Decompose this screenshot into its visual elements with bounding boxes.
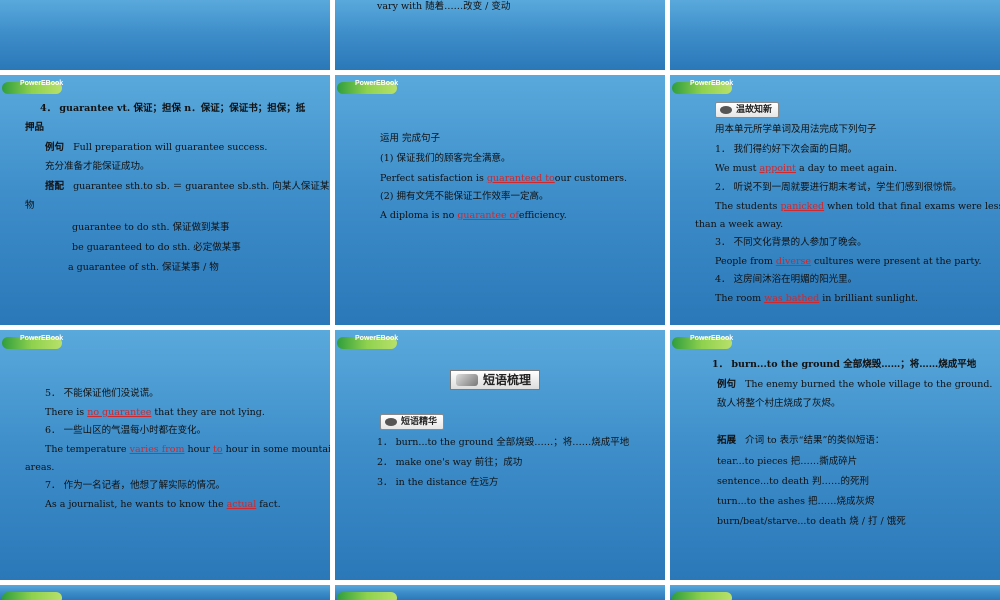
answer-blank: guarantee of <box>457 210 519 221</box>
review-q3-cn: 3． 不同文化背景的人参加了晚会。 <box>715 237 867 248</box>
slide-top-middle: vary with 随着……改变 / 变动 <box>335 0 665 70</box>
use-q2: A diploma is no guarantee ofefficiency. <box>380 210 567 221</box>
collocation-2: guarantee to do sth. 保证做到某事 <box>72 222 230 233</box>
burn-heading: 1． burn...to the ground 全部烧毁……；将……烧成平地 <box>712 359 977 370</box>
slide-top-right <box>670 0 1000 70</box>
answer-blank: guaranteed to <box>486 173 555 184</box>
review-q4-cn: 4． 这房间沐浴在明媚的阳光里。 <box>715 274 858 285</box>
logo-icon: PowerEBook <box>2 78 63 98</box>
collocation-row: 搭配 guarantee sth.to sb. ＝ guarantee sb.s… <box>45 181 330 192</box>
burn-example: 例句 The enemy burned the whole village to… <box>717 379 993 390</box>
use-q1: Perfect satisfaction is guaranteed toour… <box>380 173 628 184</box>
heading: 4． guarantee vt. 保证；担保 n．保证；保证书；担保；抵 <box>40 103 306 114</box>
badge-icon <box>720 106 732 114</box>
phrases-title-badge: 短语梳理 <box>450 370 541 390</box>
logo-icon: PowerEBook <box>337 78 398 98</box>
slide-bottom-middle <box>335 585 665 600</box>
vary-with-line: vary with 随着……改变 / 变动 <box>377 1 511 12</box>
logo-icon: PowerEBook <box>672 78 733 98</box>
more-q7: As a journalist, he wants to know the ac… <box>45 499 281 510</box>
answer-blank: varies from <box>129 444 185 455</box>
ext-item-4: burn/beat/starve...to death 烧 / 打 / 饿死 <box>717 516 906 527</box>
phrases-sub-badge: 短语精华 <box>380 414 445 430</box>
review-badge: 温故知新 <box>715 102 780 118</box>
answer-blank: no guarantee <box>87 407 152 418</box>
more-q7-cn: 7． 作为一名记者，他想了解实际的情况。 <box>45 480 226 491</box>
slide-more: PowerEBook 5． 不能保证他们没说谎。 There is no gua… <box>0 330 330 580</box>
more-q5: There is no guarantee that they are not … <box>45 407 265 418</box>
slide-bottom-right <box>670 585 1000 600</box>
phrase-2: 2． make one's way 前往；成功 <box>377 457 523 468</box>
logo-icon: PowerEBook <box>672 333 733 353</box>
badge-icon <box>385 418 397 426</box>
answer-blank: actual <box>226 499 257 510</box>
example-cn: 充分准备才能保证成功。 <box>45 161 150 172</box>
phrase-1: 1． burn...to the ground 全部烧毁……；将……烧成平地 <box>377 437 630 448</box>
phrase-3: 3． in the distance 在远方 <box>377 477 499 488</box>
logo-icon: PowerEBook <box>2 333 63 353</box>
more-q5-cn: 5． 不能保证他们没说谎。 <box>45 388 159 399</box>
ext-item-1: tear...to pieces 把……撕成碎片 <box>717 456 858 467</box>
collocation-3: be guaranteed to do sth. 必定做某事 <box>72 242 241 253</box>
example-row: 例句 Full preparation will guarantee succe… <box>45 142 268 153</box>
answer-blank: to <box>213 444 223 455</box>
slide-top-left <box>0 0 330 70</box>
logo-icon <box>672 588 732 600</box>
review-q2-cn: 2． 听说不到一周就要进行期末考试，学生们感到很惊慌。 <box>715 182 962 193</box>
review-q2-cont: than a week away. <box>695 219 784 230</box>
review-q2: The students panicked when told that fin… <box>715 201 1000 212</box>
slide-burn: PowerEBook 1． burn...to the ground 全部烧毁…… <box>670 330 1000 580</box>
book-icon <box>456 374 478 386</box>
review-q3: People from diverse cultures were presen… <box>715 256 982 267</box>
more-q6: The temperature varies from hour to hour… <box>45 444 330 455</box>
collocation-cont: 物 <box>25 200 35 211</box>
collocation-4: a guarantee of sth. 保证某事 / 物 <box>68 262 219 273</box>
logo-icon <box>2 588 62 600</box>
slide-review: PowerEBook 温故知新 用本单元所学单词及用法完成下列句子 1． 我们得… <box>670 75 1000 325</box>
burn-example-cn: 敌人将整个村庄烧成了灰烬。 <box>717 398 841 409</box>
answer-blank: diverse <box>775 256 812 267</box>
review-q1: We must appoint a day to meet again. <box>715 163 898 174</box>
slide-use: PowerEBook 运用 完成句子 (1) 保证我们的顾客完全满意。 Perf… <box>335 75 665 325</box>
answer-blank: was bathed <box>764 293 820 304</box>
answer-blank: appoint <box>759 163 797 174</box>
heading-cont: 押品 <box>25 122 45 133</box>
slide-bottom-left <box>0 585 330 600</box>
use-q2-cn: (2) 拥有文凭不能保证工作效率一定高。 <box>380 191 549 202</box>
slide-guarantee: PowerEBook 4． guarantee vt. 保证；担保 n．保证；保… <box>0 75 330 325</box>
burn-extension: 拓展 介词 to 表示“结果”的类似短语： <box>717 435 885 446</box>
review-q4: The room was bathed in brilliant sunligh… <box>715 293 919 304</box>
review-q1-cn: 1． 我们得约好下次会面的日期。 <box>715 144 858 155</box>
logo-icon: PowerEBook <box>337 333 398 353</box>
use-q1-cn: (1) 保证我们的顾客完全满意。 <box>380 153 511 164</box>
more-q6-cont: areas. <box>25 462 55 473</box>
ext-item-3: turn...to the ashes 把……烧成灰烬 <box>717 496 875 507</box>
logo-icon <box>337 588 397 600</box>
slide-phrases: PowerEBook 短语梳理 短语精华 1． burn...to the gr… <box>335 330 665 580</box>
ext-item-2: sentence...to death 判……的死刑 <box>717 476 870 487</box>
review-instruction: 用本单元所学单词及用法完成下列句子 <box>715 124 877 135</box>
more-q6-cn: 6． 一些山区的气温每小时都在变化。 <box>45 425 207 436</box>
use-title: 运用 完成句子 <box>380 133 441 144</box>
answer-blank: panicked <box>780 201 825 212</box>
